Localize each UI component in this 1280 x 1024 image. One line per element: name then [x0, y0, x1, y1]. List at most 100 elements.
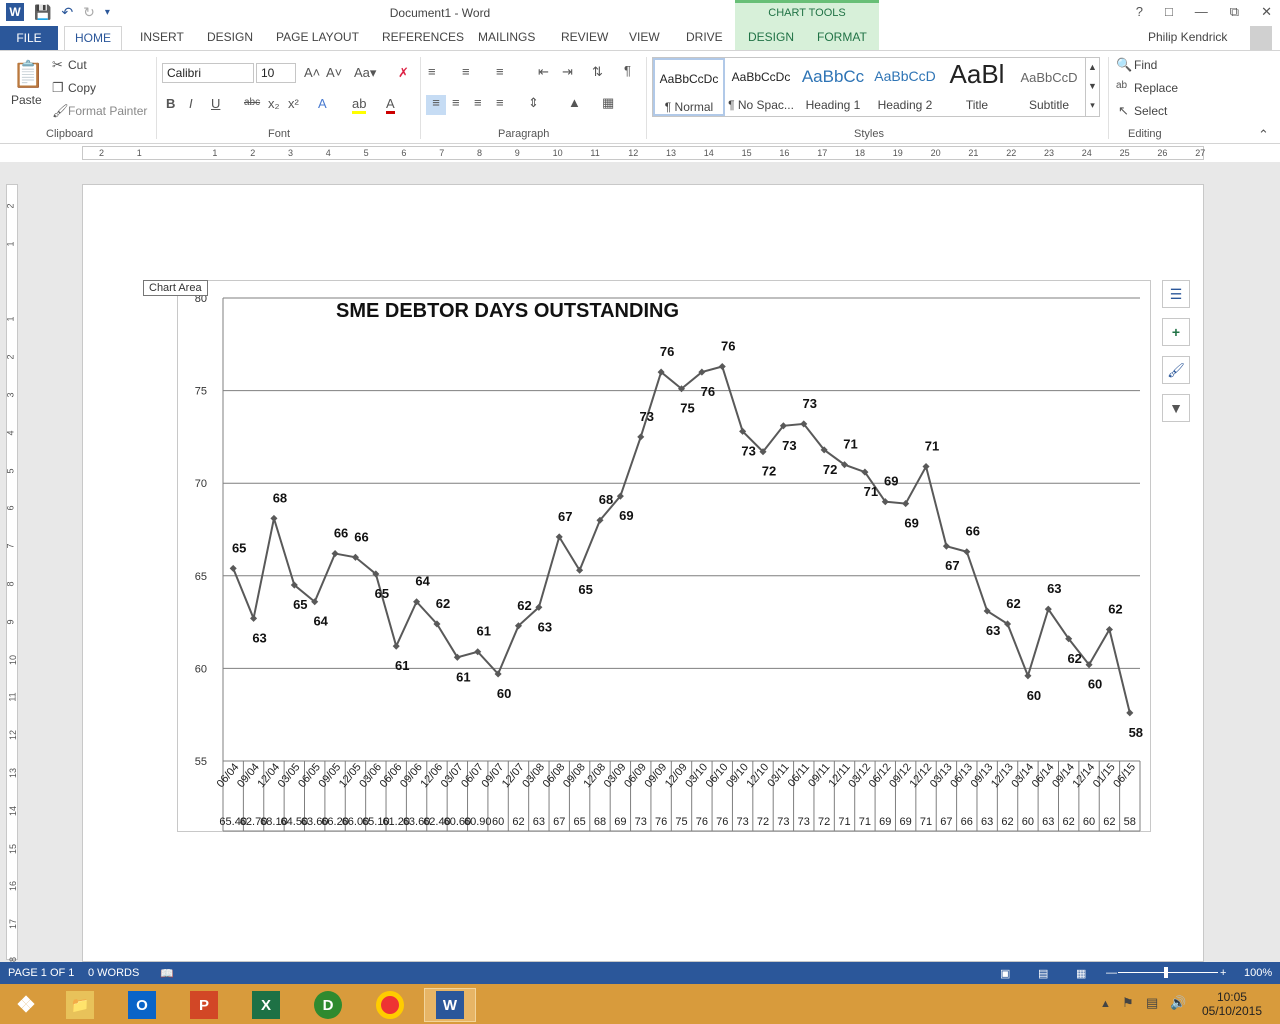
- excel-taskbar[interactable]: X: [240, 988, 292, 1022]
- borders-icon[interactable]: ▦: [602, 95, 614, 111]
- tab-review[interactable]: REVIEW: [561, 30, 608, 44]
- start-button[interactable]: ❖: [0, 988, 52, 1022]
- format-painter-button[interactable]: Format Painter: [68, 104, 147, 118]
- layout-options-button[interactable]: ☰: [1162, 280, 1190, 308]
- show-marks-icon[interactable]: ¶: [624, 63, 631, 78]
- avatar[interactable]: [1250, 26, 1272, 50]
- align-left-icon[interactable]: ≡: [426, 95, 446, 115]
- text-effects-icon[interactable]: A: [318, 96, 327, 111]
- powerpoint-taskbar[interactable]: P: [178, 988, 230, 1022]
- help-icon[interactable]: ?: [1136, 4, 1143, 20]
- superscript-icon[interactable]: x²: [288, 96, 299, 111]
- replace-button[interactable]: Replace: [1134, 81, 1178, 95]
- bullets-icon[interactable]: ≡: [428, 64, 436, 79]
- chart-styles-button[interactable]: 🖌: [1162, 356, 1190, 384]
- line-spacing-icon[interactable]: ⇕: [528, 95, 539, 111]
- font-name-select[interactable]: Calibri: [162, 63, 254, 83]
- style-subtitle[interactable]: AaBbCcD Subtitle: [1013, 58, 1085, 116]
- italic-icon[interactable]: I: [189, 96, 193, 111]
- tray-overflow-icon[interactable]: ▲: [1100, 998, 1111, 1010]
- tab-design[interactable]: DESIGN: [207, 30, 253, 44]
- copy-button[interactable]: Copy: [68, 81, 96, 95]
- paste-button[interactable]: Paste: [11, 93, 42, 107]
- vertical-ruler[interactable]: 2112345678910111213141516171819: [6, 184, 18, 1005]
- bold-icon[interactable]: B: [166, 96, 175, 111]
- shrink-font-icon[interactable]: A˅: [326, 65, 342, 80]
- tab-view[interactable]: VIEW: [629, 30, 660, 44]
- shading-icon[interactable]: ▲: [568, 95, 581, 110]
- collapse-ribbon-icon[interactable]: ⌃: [1258, 127, 1269, 143]
- copy-icon[interactable]: ❐: [52, 80, 64, 96]
- horizontal-ruler[interactable]: 2 1 1 2 3 4 5 6 7 8 9 10 11 12 13 14 15 16 17 18 19 20 21 22 23 2…: [82, 146, 1205, 160]
- zoom-in-icon[interactable]: +: [1220, 967, 1226, 979]
- align-center-icon[interactable]: ≡: [452, 95, 460, 110]
- style-title[interactable]: AaBl Title: [941, 58, 1013, 116]
- strikethrough-icon[interactable]: abc: [244, 97, 260, 108]
- numbering-icon[interactable]: ≡: [462, 64, 470, 79]
- dashlane-taskbar[interactable]: D: [302, 988, 354, 1022]
- replace-icon[interactable]: ab: [1116, 80, 1127, 91]
- sort-icon[interactable]: ⇅: [592, 64, 603, 80]
- network-icon[interactable]: ▤: [1146, 995, 1158, 1011]
- close-icon[interactable]: ✕: [1261, 4, 1272, 20]
- select-icon[interactable]: ↖: [1118, 103, 1129, 119]
- line-chart[interactable]: 556065707580SME DEBTOR DAYS OUTSTANDING0…: [178, 281, 1152, 833]
- justify-icon[interactable]: ≡: [496, 95, 504, 110]
- tab-page-layout[interactable]: PAGE LAYOUT: [276, 30, 359, 44]
- decrease-indent-icon[interactable]: ⇤: [538, 64, 549, 80]
- page-count[interactable]: PAGE 1 OF 1: [8, 967, 74, 979]
- word-taskbar[interactable]: W: [424, 988, 476, 1022]
- chart-elements-button[interactable]: +: [1162, 318, 1190, 346]
- action-center-icon[interactable]: ⚑: [1122, 995, 1134, 1011]
- print-layout-icon[interactable]: ▤: [1038, 967, 1048, 980]
- outlook-taskbar[interactable]: O: [116, 988, 168, 1022]
- tab-drive[interactable]: DRIVE: [686, 30, 723, 44]
- style-heading-2[interactable]: AaBbCcD Heading 2: [869, 58, 941, 116]
- tab-home[interactable]: HOME: [64, 26, 122, 50]
- tab-file[interactable]: FILE: [0, 26, 58, 50]
- style-normal[interactable]: AaBbCcDc ¶ Normal: [653, 58, 725, 116]
- zoom-slider-thumb[interactable]: [1164, 967, 1168, 978]
- zoom-level[interactable]: 100%: [1244, 967, 1272, 979]
- system-clock[interactable]: 10:05 05/10/2015: [1202, 990, 1262, 1018]
- web-layout-icon[interactable]: ▦: [1076, 967, 1086, 980]
- tab-references[interactable]: REFERENCES: [382, 30, 464, 44]
- align-right-icon[interactable]: ≡: [474, 95, 482, 110]
- multilevel-list-icon[interactable]: ≡: [496, 64, 504, 79]
- cut-icon[interactable]: ✂: [52, 57, 63, 73]
- chrome-taskbar[interactable]: [364, 988, 416, 1022]
- word-count[interactable]: 0 WORDS: [88, 967, 139, 979]
- change-case-icon[interactable]: Aa▾: [354, 65, 376, 81]
- clear-formatting-icon[interactable]: ✗: [398, 65, 409, 81]
- zoom-slider[interactable]: [1118, 972, 1218, 973]
- proofing-icon[interactable]: 📖: [160, 967, 174, 980]
- subscript-icon[interactable]: x₂: [268, 96, 280, 111]
- grow-font-icon[interactable]: A˄: [304, 65, 320, 80]
- style-heading-1[interactable]: AaBbCc Heading 1: [797, 58, 869, 116]
- styles-scroll[interactable]: ▲ ▼ ▾: [1085, 58, 1099, 116]
- minimize-icon[interactable]: —: [1195, 4, 1208, 20]
- underline-icon[interactable]: U: [211, 96, 220, 111]
- file-explorer-taskbar[interactable]: 📁: [54, 988, 106, 1022]
- style-no-spacing[interactable]: AaBbCcDc ¶ No Spac...: [725, 58, 797, 116]
- zoom-out-icon[interactable]: —: [1106, 967, 1117, 979]
- select-button[interactable]: Select: [1134, 104, 1167, 118]
- format-painter-icon[interactable]: 🖌: [52, 103, 69, 119]
- find-button[interactable]: Find: [1134, 58, 1157, 72]
- user-name[interactable]: Philip Kendrick: [1148, 30, 1227, 44]
- paste-icon[interactable]: 📋: [12, 59, 44, 90]
- volume-icon[interactable]: 🔊: [1170, 995, 1186, 1011]
- tab-chart-format[interactable]: FORMAT: [817, 30, 867, 44]
- highlight-icon[interactable]: ab: [352, 96, 367, 114]
- restore-icon[interactable]: ⧉: [1230, 4, 1239, 20]
- ribbon-display-icon[interactable]: □: [1165, 4, 1173, 20]
- increase-indent-icon[interactable]: ⇥: [562, 64, 573, 80]
- tab-chart-design[interactable]: DESIGN: [748, 30, 794, 44]
- font-size-select[interactable]: 10: [256, 63, 296, 83]
- cut-button[interactable]: Cut: [68, 58, 87, 72]
- read-mode-icon[interactable]: ▣: [1000, 967, 1010, 980]
- tab-mailings[interactable]: MAILINGS: [478, 30, 535, 44]
- chart-filters-button[interactable]: ▼: [1162, 394, 1190, 422]
- font-color-icon[interactable]: A: [386, 96, 395, 114]
- chart-area[interactable]: 55 60 65 70 75 80 SME DEBTOR DAYS OUTSTANDING 0…: [177, 280, 1151, 832]
